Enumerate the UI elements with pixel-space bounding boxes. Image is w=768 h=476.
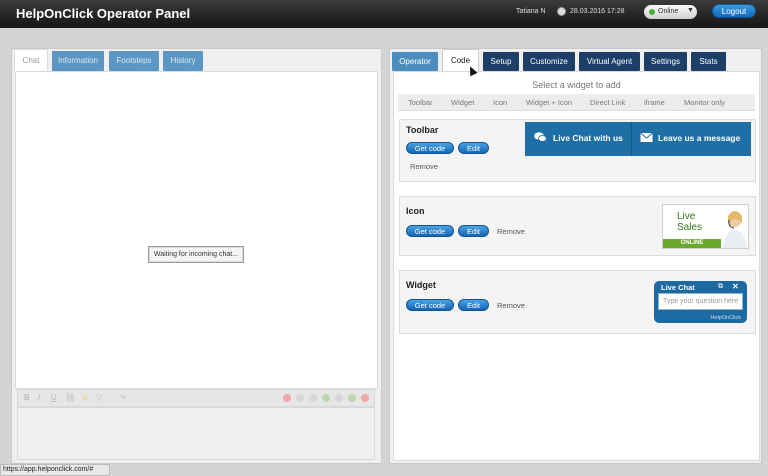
code-tab-content: Select a widget to add Toolbar Widget Ic… — [393, 71, 760, 461]
icon-card: Icon Get code Edit Remove Live Sales ONL… — [399, 196, 756, 256]
tab-virtual-agent[interactable]: Virtual Agent — [579, 52, 640, 71]
widget-get-code-button[interactable]: Get code — [406, 299, 454, 311]
icon-edit-button[interactable]: Edit — [458, 225, 489, 237]
widget-tab-widget-icon[interactable]: Widget + Icon — [526, 98, 572, 107]
app-header: HelpOnClick Operator Panel Tatiana N 28.… — [0, 0, 768, 28]
widget-preview-input: Type your question here — [658, 293, 743, 310]
block-icon[interactable] — [283, 394, 291, 402]
attachment-icon[interactable]: ✎ — [120, 393, 127, 402]
live-sales-line1: Live — [677, 211, 696, 222]
widget-tab-monitor-only[interactable]: Monitor only — [684, 98, 725, 107]
toolbar-get-code-button[interactable]: Get code — [406, 142, 454, 154]
datetime: 28.03.2016 17:28 — [570, 8, 625, 15]
status-dropdown[interactable]: Online ▼ — [644, 5, 697, 19]
live-sales-icon-preview: Live Sales ONLINE — [662, 204, 749, 249]
tab-footsteps[interactable]: Footsteps — [109, 51, 159, 71]
users-icon[interactable] — [348, 394, 356, 402]
italic-icon[interactable]: I — [38, 393, 40, 402]
close-chat-icon[interactable] — [361, 394, 369, 402]
icon-get-code-button[interactable]: Get code — [406, 225, 454, 237]
tab-setup[interactable]: Setup — [483, 52, 519, 71]
waiting-message: Waiting for incoming chat... — [148, 246, 244, 263]
link-icon[interactable]: ⛓ — [65, 393, 75, 402]
select-widget-title: Select a widget to add — [532, 80, 621, 90]
widget-card: Widget Get code Edit Remove Live Chat ⧉ … — [399, 270, 756, 334]
color-icon[interactable]: ▽ — [96, 393, 102, 402]
tab-stats[interactable]: Stats — [691, 52, 726, 71]
close-icon: ✕ — [732, 282, 739, 291]
widget-tab-widget[interactable]: Widget — [451, 98, 474, 107]
online-status-icon — [649, 9, 655, 15]
editor-toolbar: B I U ⛓ ☺ ▽ ✎ — [17, 389, 375, 407]
widget-remove-link[interactable]: Remove — [497, 301, 525, 310]
envelope-icon — [640, 132, 653, 142]
live-sales-text: Live Sales — [677, 211, 702, 233]
print-icon[interactable] — [296, 394, 304, 402]
widget-preview-brand: HelpOnClick — [710, 315, 741, 321]
tab-chat[interactable]: Chat — [14, 49, 48, 71]
app-title: HelpOnClick Operator Panel — [16, 6, 191, 21]
emoji-icon[interactable]: ☺ — [81, 393, 89, 402]
clock-icon — [557, 7, 566, 16]
tab-settings[interactable]: Settings — [644, 52, 687, 71]
widget-tab-direct-link[interactable]: Direct Link — [590, 98, 625, 107]
browser-status-url: https://app.helponclick.com/# — [0, 464, 110, 476]
widget-type-tabs: Toolbar Widget Icon Widget + Icon Direct… — [398, 94, 755, 111]
toolbar-card: Toolbar Get code Edit Remove Live Chat w… — [399, 119, 756, 182]
toolbar-remove-link[interactable]: Remove — [410, 162, 438, 171]
icon-card-title: Icon — [406, 206, 425, 216]
widget-tab-iframe[interactable]: iframe — [644, 98, 665, 107]
toolbar-divider — [631, 122, 632, 156]
transfer-icon[interactable] — [322, 394, 330, 402]
toolbar-card-title: Toolbar — [406, 125, 439, 135]
tab-operator[interactable]: Operator — [392, 52, 438, 71]
popout-icon: ⧉ — [718, 283, 723, 290]
widget-edit-button[interactable]: Edit — [458, 299, 489, 311]
logout-button[interactable]: Logout — [712, 4, 756, 18]
underline-icon[interactable]: U — [51, 393, 57, 402]
online-badge: ONLINE — [663, 239, 721, 248]
toolbar-live-chat-label: Live Chat with us — [553, 133, 623, 143]
tab-information[interactable]: Information — [52, 51, 104, 71]
live-chat-widget-preview: Live Chat ⧉ ✕ Type your question here He… — [654, 281, 747, 323]
widget-tab-icon[interactable]: Icon — [493, 98, 507, 107]
chat-bubble-icon — [534, 132, 547, 142]
live-sales-line2: Sales — [677, 222, 703, 233]
operator-name: Tatiana N — [516, 8, 546, 15]
tab-customize[interactable]: Customize — [523, 52, 575, 71]
invite-icon[interactable] — [335, 394, 343, 402]
chevron-down-icon: ▼ — [687, 7, 694, 14]
chat-area — [15, 71, 378, 389]
tab-history[interactable]: History — [163, 51, 203, 71]
icon-remove-link[interactable]: Remove — [497, 227, 525, 236]
widget-card-title: Widget — [406, 280, 436, 290]
toolbar-preview: Live Chat with us Leave us a message — [525, 122, 751, 156]
bold-icon[interactable]: B — [24, 393, 30, 402]
save-icon[interactable] — [309, 394, 317, 402]
widget-preview-title: Live Chat — [661, 283, 695, 292]
toolbar-edit-button[interactable]: Edit — [458, 142, 489, 154]
settings-panel: Operator Code Setup Customize Virtual Ag… — [389, 48, 762, 464]
widget-tab-toolbar[interactable]: Toolbar — [408, 98, 433, 107]
message-input[interactable] — [17, 407, 375, 460]
toolbar-leave-message-label: Leave us a message — [658, 133, 741, 143]
chat-panel: Chat Information Footsteps History Waiti… — [11, 48, 382, 464]
status-label: Online — [658, 8, 679, 15]
support-agent-icon — [723, 211, 747, 248]
